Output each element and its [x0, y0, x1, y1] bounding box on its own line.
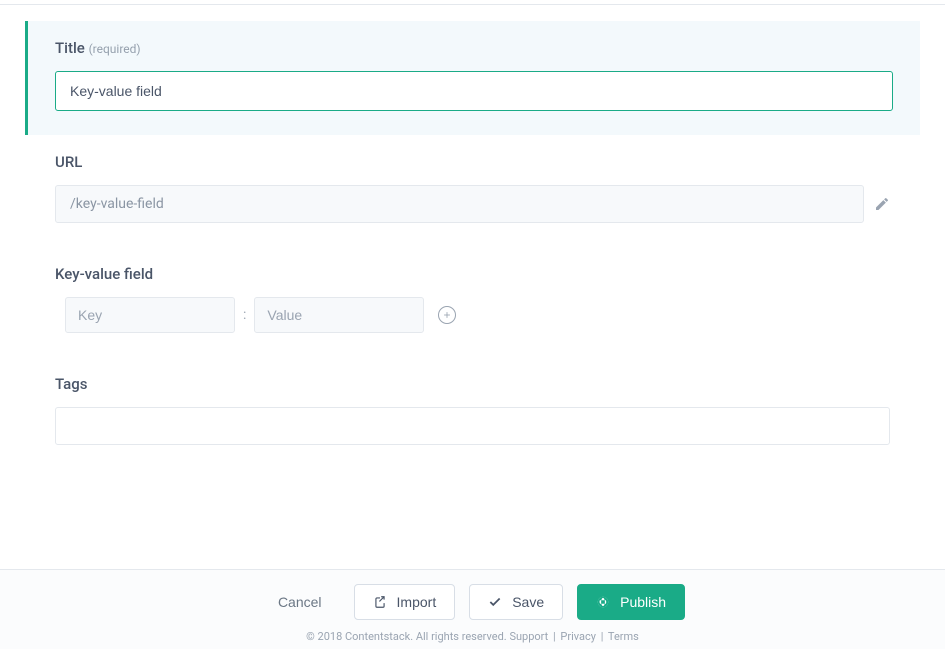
tags-input[interactable] — [55, 407, 890, 445]
check-icon — [488, 595, 502, 609]
button-row: Cancel Import Save — [0, 584, 945, 620]
footer-sep-2: | — [601, 630, 604, 643]
support-link[interactable]: Support — [509, 630, 548, 643]
import-label: Import — [397, 594, 437, 610]
publish-label: Publish — [620, 594, 666, 610]
url-value: /key-value-field — [70, 196, 164, 212]
footer-text: © 2018 Contentstack. All rights reserved… — [0, 630, 945, 643]
url-label: URL — [55, 153, 890, 171]
save-label: Save — [512, 594, 544, 610]
url-display: /key-value-field — [55, 185, 864, 223]
tags-label: Tags — [55, 375, 890, 393]
publish-button[interactable]: Publish — [577, 584, 685, 620]
tags-section: Tags — [25, 357, 920, 469]
cancel-button[interactable]: Cancel — [260, 584, 340, 620]
globe-icon — [596, 595, 610, 609]
kv-label: Key-value field — [55, 265, 890, 283]
title-label-text: Title — [55, 39, 85, 57]
url-section: URL /key-value-field — [25, 135, 920, 247]
privacy-link[interactable]: Privacy — [560, 630, 596, 643]
form-area: Title (required) URL /key-value-field Ke… — [0, 21, 945, 469]
title-section: Title (required) — [25, 21, 920, 135]
kv-key-input[interactable] — [65, 297, 235, 333]
footer-sep-1: | — [553, 630, 556, 643]
title-label: Title (required) — [55, 39, 893, 57]
import-icon — [373, 595, 387, 609]
kv-row: : — [65, 297, 890, 333]
top-divider — [0, 4, 945, 5]
url-row: /key-value-field — [55, 185, 890, 223]
cancel-label: Cancel — [278, 594, 322, 610]
title-input[interactable] — [55, 71, 893, 111]
edit-url-icon[interactable] — [874, 196, 890, 212]
kv-separator: : — [243, 307, 246, 323]
footer: Cancel Import Save — [0, 569, 945, 649]
import-button[interactable]: Import — [354, 584, 456, 620]
terms-link[interactable]: Terms — [608, 630, 639, 643]
kv-value-input[interactable] — [254, 297, 424, 333]
copyright-text: © 2018 Contentstack. All rights reserved… — [306, 630, 507, 643]
title-required-text: (required) — [89, 42, 141, 56]
add-kv-icon[interactable] — [438, 306, 456, 324]
save-button[interactable]: Save — [469, 584, 563, 620]
kv-section: Key-value field : — [25, 247, 920, 357]
